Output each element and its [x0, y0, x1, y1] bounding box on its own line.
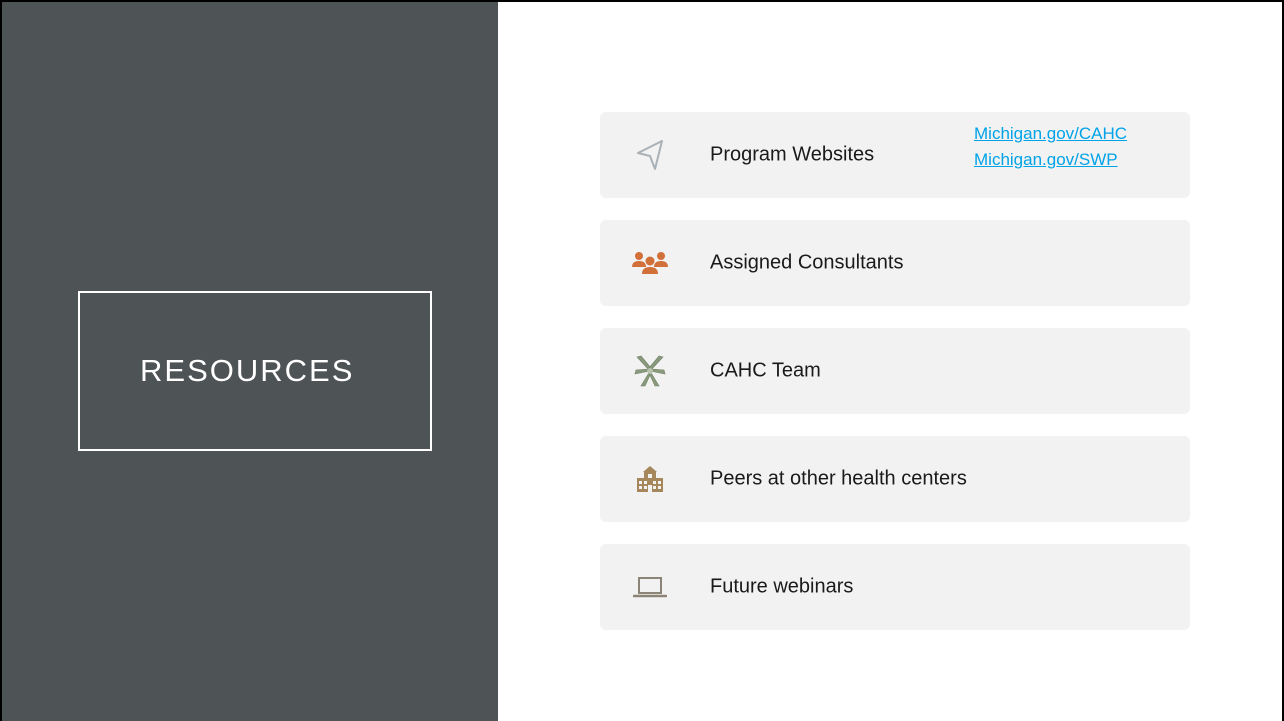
laptop-icon — [630, 567, 670, 607]
website-links: Michigan.gov/CAHC Michigan.gov/SWP — [974, 124, 1127, 170]
resource-card-future-webinars: Future webinars — [600, 544, 1190, 630]
resource-label: CAHC Team — [710, 359, 821, 382]
resource-card-assigned-consultants: Assigned Consultants — [600, 220, 1190, 306]
resource-label: Future webinars — [710, 575, 854, 598]
left-panel: RESOURCES — [2, 2, 498, 721]
resource-label: Assigned Consultants — [710, 251, 904, 274]
link-swp[interactable]: Michigan.gov/SWP — [974, 150, 1127, 170]
title-box: RESOURCES — [78, 291, 432, 451]
resource-card-cahc-team: CAHC Team — [600, 328, 1190, 414]
school-building-icon — [630, 459, 670, 499]
resource-list: Program Websites Michigan.gov/CAHC Michi… — [600, 112, 1190, 652]
resource-label: Program Websites — [710, 143, 875, 166]
people-group-icon — [630, 243, 670, 283]
resource-card-peers: Peers at other health centers — [600, 436, 1190, 522]
resource-card-program-websites: Program Websites Michigan.gov/CAHC Michi… — [600, 112, 1190, 198]
slide-title: RESOURCES — [140, 353, 355, 388]
slide: RESOURCES Program Websites Michigan.gov/… — [0, 0, 1284, 721]
resource-label: Peers at other health centers — [710, 467, 967, 490]
navigation-arrow-icon — [630, 135, 670, 175]
link-cahc[interactable]: Michigan.gov/CAHC — [974, 124, 1127, 144]
team-hands-icon — [630, 351, 670, 391]
